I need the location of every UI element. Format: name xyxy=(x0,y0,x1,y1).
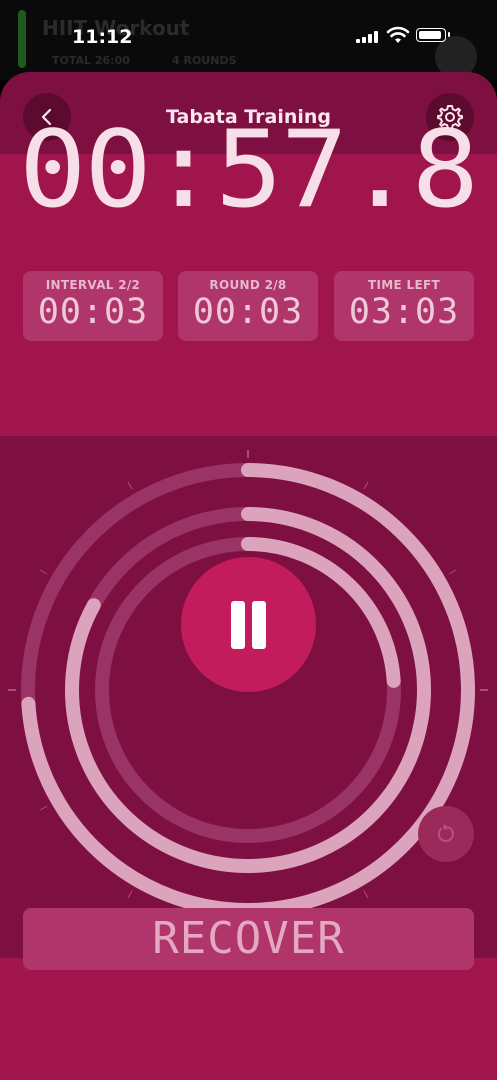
dial-tick xyxy=(363,481,369,490)
signal-icon xyxy=(356,31,380,43)
dial-tick xyxy=(363,890,369,899)
status-time: 11:12 xyxy=(72,26,133,48)
interval-value: 00:03 xyxy=(37,292,149,332)
dial-tick xyxy=(39,569,48,575)
wifi-icon xyxy=(386,26,410,43)
recover-label: RECOVER xyxy=(152,913,345,964)
time-left-tile: TIME LEFT 03:03 xyxy=(334,271,474,341)
dial-tick xyxy=(39,805,48,811)
dial-tick xyxy=(448,569,457,575)
pause-button[interactable] xyxy=(181,557,316,692)
round-tile: ROUND 2/8 00:03 xyxy=(178,271,318,341)
interval-label: INTERVAL 2/2 xyxy=(45,278,141,292)
recover-button[interactable]: RECOVER xyxy=(23,908,474,970)
reset-button[interactable] xyxy=(418,806,474,862)
main-timer: 00:57.8 xyxy=(18,108,479,232)
dial-tick xyxy=(127,481,133,490)
time-left-value: 03:03 xyxy=(348,292,460,332)
battery-icon xyxy=(416,28,450,42)
time-left-label: TIME LEFT xyxy=(368,278,440,292)
reset-icon xyxy=(437,823,454,842)
progress-dial xyxy=(8,450,488,930)
pause-icon xyxy=(231,601,245,649)
round-value: 00:03 xyxy=(192,292,304,332)
interval-tile: INTERVAL 2/2 00:03 xyxy=(23,271,163,341)
status-bar: 11:12 xyxy=(0,0,497,70)
footer xyxy=(0,958,497,1080)
dial-tick xyxy=(127,890,133,899)
round-label: ROUND 2/8 xyxy=(209,278,287,292)
